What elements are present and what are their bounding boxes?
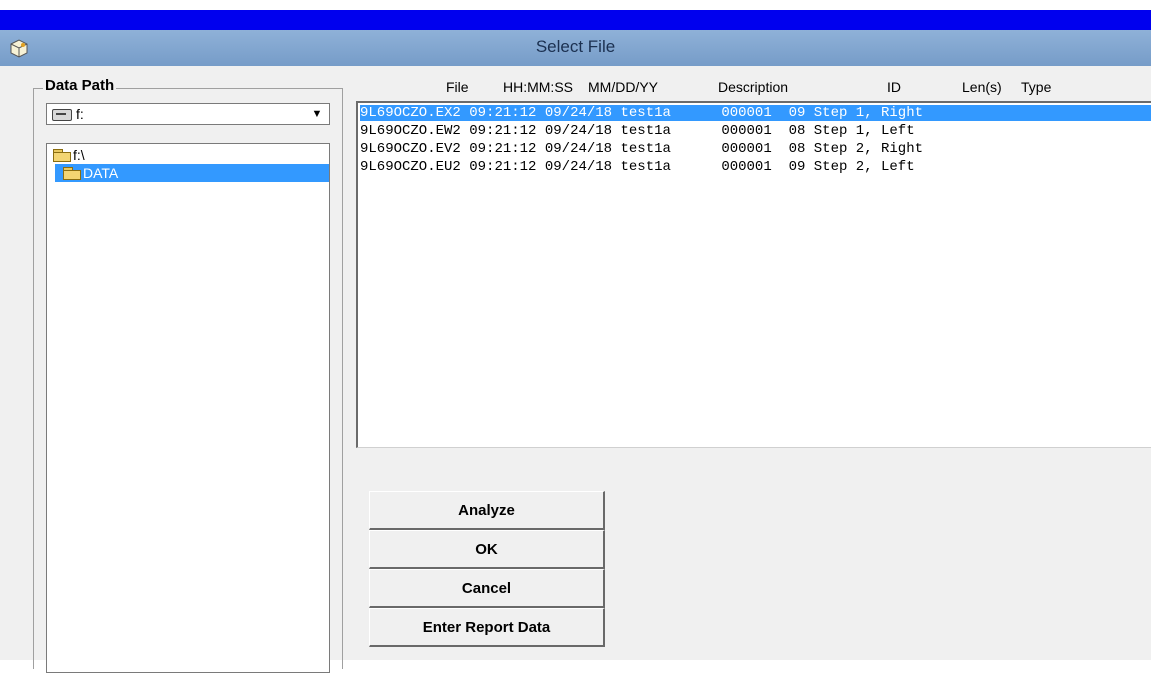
tree-item-data[interactable]: DATA — [55, 164, 329, 182]
folder-open-icon — [53, 149, 71, 162]
file-name: 9L69OCZO.EW2 — [360, 123, 461, 139]
data-path-label: Data Path — [43, 77, 117, 94]
file-description: test1a — [620, 105, 671, 121]
file-time: 09:21:12 — [469, 141, 537, 157]
file-date: 09/24/18 — [544, 105, 613, 121]
file-name: 9L69OCZO.EX2 — [360, 105, 461, 121]
file-row[interactable]: 9L69OCZO.EX2 09:21:12 09/24/18 test1a 00… — [360, 105, 1151, 121]
drive-select-value: f: — [76, 106, 84, 122]
tree-item-root[interactable]: f:\ — [53, 146, 85, 164]
file-type: Step 1, Right — [813, 105, 923, 121]
file-len: 08 — [788, 141, 806, 157]
folder-open-icon — [63, 167, 81, 180]
file-time: 09:21:12 — [469, 105, 537, 121]
column-header-id[interactable]: ID — [887, 79, 901, 95]
file-type: Step 2, Right — [813, 141, 923, 157]
file-date: 09/24/18 — [544, 159, 613, 175]
file-len: 09 — [788, 159, 806, 175]
column-header-date[interactable]: MM/DD/YY — [588, 79, 658, 95]
ok-button[interactable]: OK — [369, 530, 605, 569]
file-row[interactable]: 9L69OCZO.EW2 09:21:12 09/24/18 test1a 00… — [360, 123, 1151, 139]
enter-report-data-button[interactable]: Enter Report Data — [369, 608, 605, 647]
top-strip — [0, 0, 1151, 10]
window-title: Select File — [535, 37, 616, 56]
column-header-time[interactable]: HH:MM:SS — [503, 79, 573, 95]
file-id: 000001 — [721, 123, 772, 139]
file-row[interactable]: 9L69OCZO.EU2 09:21:12 09/24/18 test1a 00… — [360, 159, 1151, 175]
file-date: 09/24/18 — [544, 123, 613, 139]
file-type: Step 1, Left — [813, 123, 915, 139]
column-header-description[interactable]: Description — [718, 79, 788, 95]
tree-item-label: f:\ — [73, 147, 85, 163]
file-row[interactable]: 9L69OCZO.EV2 09:21:12 09/24/18 test1a 00… — [360, 141, 1151, 157]
column-header-type[interactable]: Type — [1021, 79, 1051, 95]
file-name: 9L69OCZO.EV2 — [360, 141, 461, 157]
file-len: 08 — [788, 123, 806, 139]
drive-icon — [52, 109, 72, 121]
file-name: 9L69OCZO.EU2 — [360, 159, 461, 175]
title-bar: Select File — [0, 30, 1151, 66]
chevron-down-icon[interactable]: ▼ — [306, 105, 328, 123]
file-description: test1a — [620, 159, 671, 175]
top-blue-bar — [0, 10, 1151, 30]
column-header-len[interactable]: Len(s) — [962, 79, 1002, 95]
file-description: test1a — [620, 141, 671, 157]
file-id: 000001 — [721, 141, 772, 157]
analyze-button[interactable]: Analyze — [369, 491, 605, 530]
file-date: 09/24/18 — [544, 141, 613, 157]
file-time: 09:21:12 — [469, 159, 537, 175]
tree-item-label: DATA — [83, 165, 119, 181]
file-type: Step 2, Left — [813, 159, 915, 175]
file-list[interactable]: 9L69OCZO.EX2 09:21:12 09/24/18 test1a 00… — [356, 101, 1151, 448]
file-time: 09:21:12 — [469, 123, 537, 139]
drive-select[interactable]: f: ▼ — [46, 103, 330, 125]
file-description: test1a — [620, 123, 671, 139]
file-id: 000001 — [721, 105, 772, 121]
folder-tree[interactable]: f:\ DATA — [46, 143, 330, 673]
cancel-button[interactable]: Cancel — [369, 569, 605, 608]
file-id: 000001 — [721, 159, 772, 175]
column-header-file[interactable]: File — [446, 79, 469, 95]
file-len: 09 — [788, 105, 806, 121]
